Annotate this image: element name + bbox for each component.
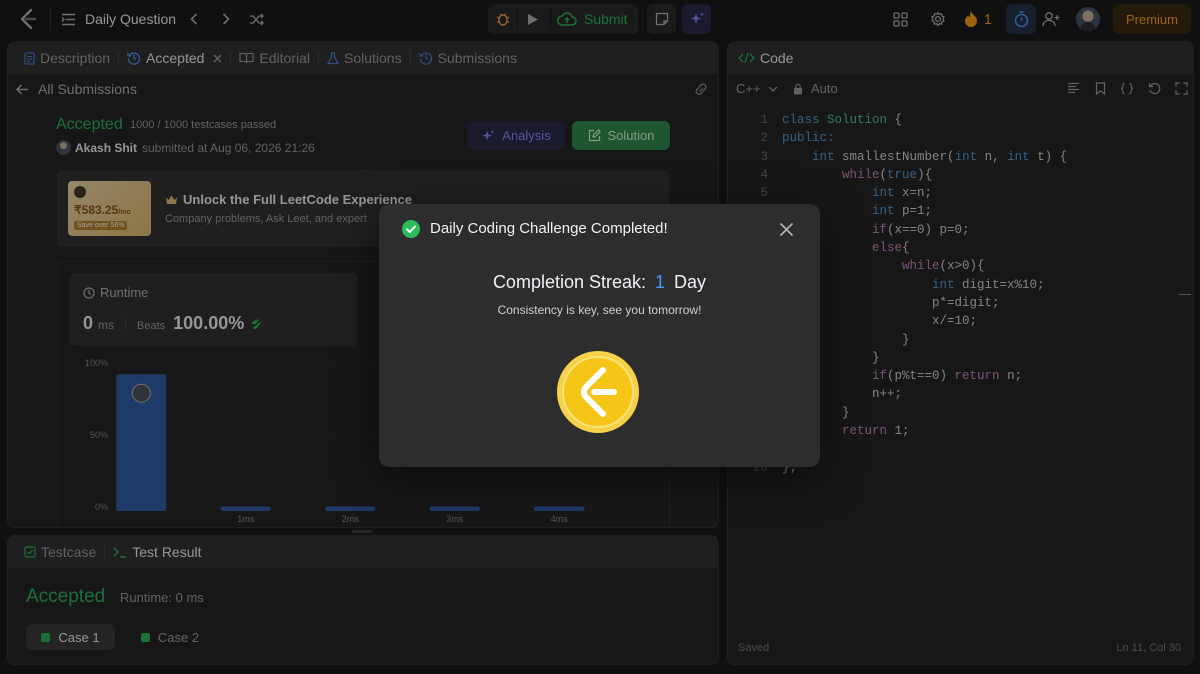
streak-unit: Day [674, 272, 707, 292]
close-icon[interactable] [776, 219, 796, 239]
gold-coin-icon [556, 350, 640, 434]
streak-value: 1 [655, 272, 666, 292]
streak-label: Completion Streak: [492, 272, 647, 292]
modal-title: Daily Coding Challenge Completed! [430, 220, 668, 237]
modal-message: Consistency is key, see you tomorrow! [497, 303, 702, 317]
streak-line: Completion Streak: 1 Day [379, 272, 820, 293]
check-circle-icon [402, 220, 420, 238]
challenge-completed-modal: Daily Coding Challenge Completed! Comple… [379, 204, 820, 467]
